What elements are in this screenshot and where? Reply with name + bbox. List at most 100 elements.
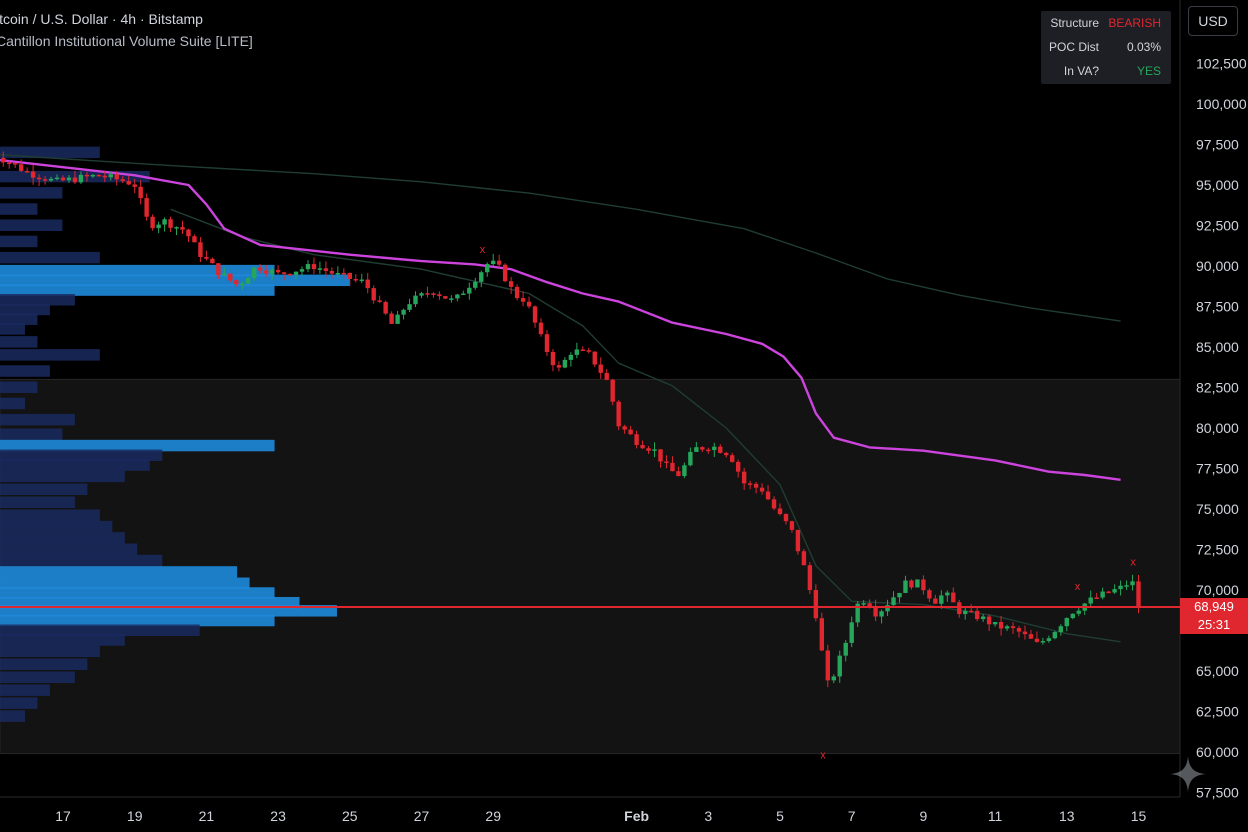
candle-body — [419, 293, 424, 296]
candle-body — [873, 606, 878, 617]
candle-body — [1058, 626, 1064, 633]
candle-body — [759, 487, 765, 492]
info-row-structure: Structure BEARISH — [1041, 11, 1171, 35]
time-tick-label: 25 — [342, 808, 358, 824]
candle-body — [42, 179, 48, 181]
candle-body — [455, 294, 460, 299]
candle-body — [467, 287, 472, 294]
candle-body — [963, 610, 968, 615]
candle-body — [1070, 613, 1075, 619]
candle-body — [1076, 610, 1081, 614]
candle-body — [897, 592, 902, 598]
info-value: 0.03% — [1126, 40, 1161, 54]
candle-body — [120, 179, 125, 182]
candle-body — [13, 163, 18, 165]
time-tick-label: 21 — [199, 808, 215, 824]
candle-body — [329, 270, 335, 274]
candle-body — [544, 334, 550, 352]
info-row-in-va: In VA? YES — [1041, 59, 1171, 83]
volume-profile-bar — [0, 483, 88, 496]
signal-marker: x — [1130, 557, 1136, 569]
info-value: BEARISH — [1108, 16, 1161, 30]
candle-body — [646, 448, 651, 451]
price-tick-label: 92,500 — [1196, 218, 1239, 234]
candle-body — [479, 272, 484, 282]
candle-body — [568, 354, 574, 360]
candle-body — [879, 611, 884, 617]
candle-body — [1022, 631, 1028, 635]
candle-body — [323, 268, 329, 271]
candle-body — [461, 293, 466, 296]
price-tick-label: 65,000 — [1196, 663, 1239, 679]
price-tick-label: 70,000 — [1196, 582, 1239, 598]
candle-body — [753, 483, 759, 488]
volume-profile-bar — [0, 251, 100, 264]
last-price-value: 68,949 — [1194, 599, 1234, 614]
candle-body — [263, 270, 269, 274]
candle-body — [407, 304, 412, 310]
volume-profile-bar — [0, 203, 38, 215]
price-chart[interactable]: x x x x 102,500 100,000 97,500 95,000 92,500 90,0… — [0, 0, 1248, 832]
candle-body — [998, 621, 1004, 629]
candle-body — [1052, 632, 1058, 639]
candle-body — [491, 260, 496, 265]
candle-body — [78, 174, 84, 183]
candle-body — [909, 580, 914, 588]
volume-profile-bar — [0, 235, 38, 248]
candle-body — [538, 322, 544, 335]
candle-body — [496, 260, 502, 265]
candle-body — [718, 446, 723, 453]
candle-body — [114, 174, 119, 180]
candle-body — [293, 271, 299, 275]
candle-body — [371, 288, 376, 301]
candle-body — [443, 296, 448, 299]
candle-body — [843, 642, 848, 656]
candle-body — [730, 455, 735, 462]
volume-profile-bar — [0, 349, 100, 361]
candle-body — [473, 281, 478, 288]
volume-profile-bar — [0, 532, 125, 544]
volume-profile-bar — [0, 658, 88, 671]
candle-body — [257, 267, 263, 271]
candle-body — [921, 579, 926, 591]
candle-body — [747, 483, 753, 485]
symbol-title[interactable]: itcoin / U.S. Dollar · 4h · Bitstamp — [0, 11, 203, 27]
candle-body — [449, 298, 454, 300]
candle-body — [359, 279, 364, 282]
candle-body — [281, 272, 287, 274]
candle-body — [269, 269, 275, 274]
indicator-title[interactable]: Cantillon Institutional Volume Suite [LI… — [0, 33, 253, 49]
volume-profile-bar — [0, 219, 63, 231]
candle-body — [1, 157, 6, 163]
candle-body — [48, 178, 54, 181]
volume-profile-bar — [0, 634, 125, 646]
candle-body — [144, 198, 149, 217]
volume-profile-bar — [0, 470, 125, 483]
time-tick-label: 27 — [414, 808, 430, 824]
price-tick-label: 75,000 — [1196, 501, 1239, 517]
info-table: Structure BEARISH POC Dist 0.03% In VA? … — [1041, 11, 1171, 84]
time-tick-label: 13 — [1059, 808, 1075, 824]
candle-body — [891, 597, 896, 606]
price-tick-label: 100,000 — [1196, 96, 1247, 112]
candle-body — [969, 610, 974, 613]
candle-body — [1118, 585, 1123, 590]
candle-body — [724, 452, 729, 456]
time-tick-label: 29 — [485, 808, 501, 824]
candle-body — [658, 449, 663, 462]
signal-marker: x — [1075, 581, 1081, 593]
candle-body — [885, 605, 890, 612]
candle-body — [1010, 626, 1016, 629]
candle-body — [234, 280, 239, 285]
candle-body — [1088, 597, 1093, 604]
candle-body — [138, 186, 143, 199]
info-label: POC Dist — [1048, 40, 1099, 54]
candle-body — [939, 595, 944, 604]
candle-body — [1124, 585, 1129, 587]
candle-body — [413, 295, 418, 305]
candle-body — [30, 171, 36, 178]
candle-body — [945, 592, 950, 596]
candle-body — [54, 177, 60, 180]
currency-button[interactable]: USD — [1188, 6, 1238, 36]
candle-body — [520, 298, 526, 302]
